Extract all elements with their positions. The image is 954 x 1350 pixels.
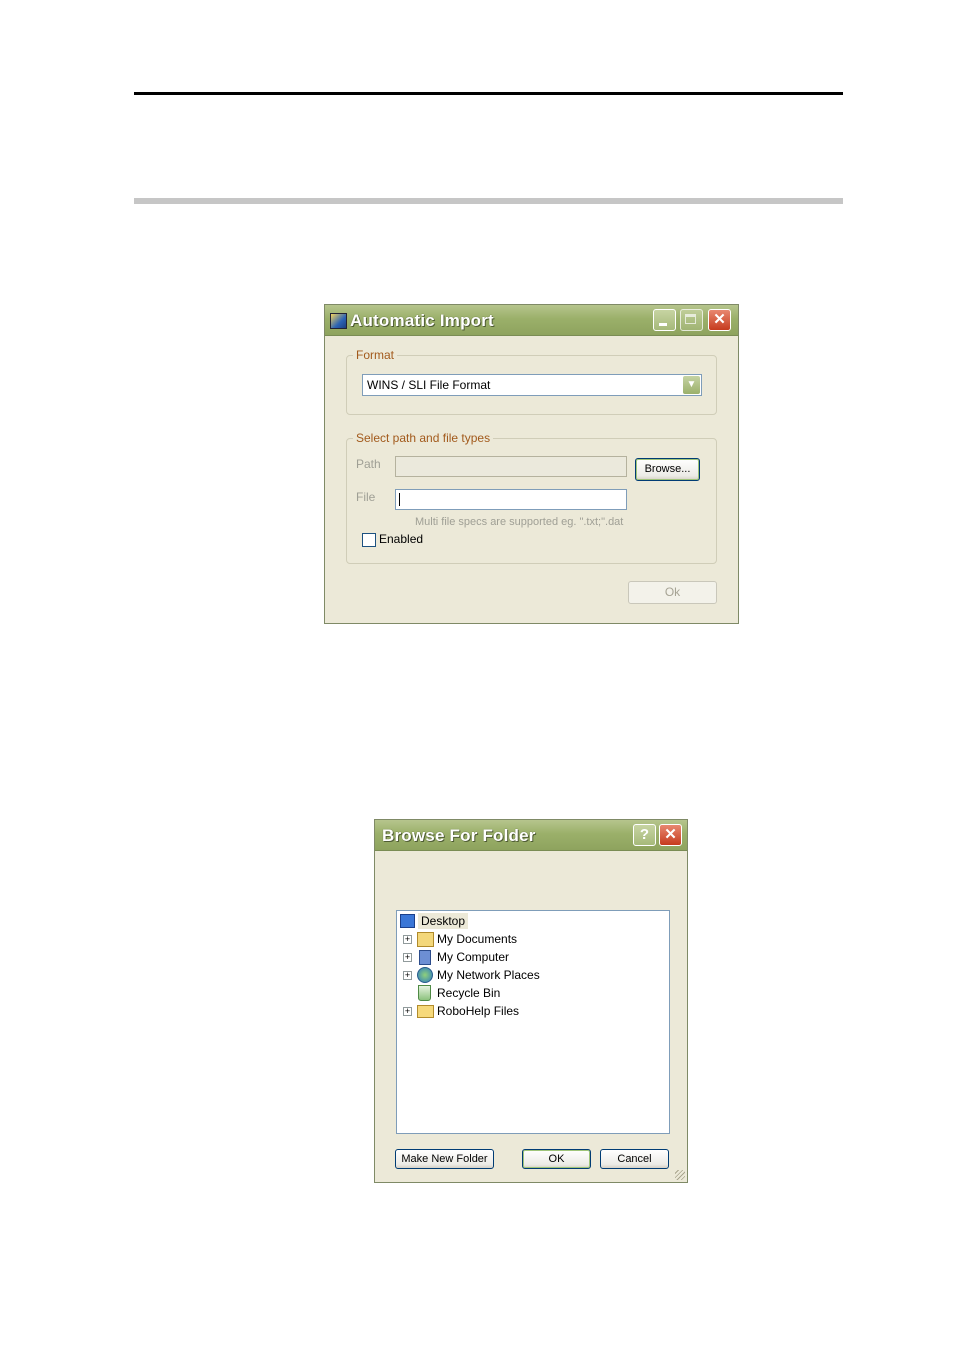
browse-label: Browse... <box>644 463 691 475</box>
minimize-button[interactable] <box>653 309 676 331</box>
path-label: Path <box>356 457 381 471</box>
folder-tree[interactable]: Desktop + My Documents + My Computer + M… <box>396 910 670 1134</box>
recycle-bin-icon <box>418 985 431 1001</box>
close-icon: ✕ <box>713 311 726 328</box>
format-legend: Format <box>353 348 398 362</box>
tree-item-label: My Network Places <box>437 968 540 982</box>
file-input[interactable] <box>395 489 627 510</box>
tree-item-label: Recycle Bin <box>437 986 501 1000</box>
text-cursor <box>399 493 400 506</box>
path-input[interactable] <box>395 456 627 477</box>
app-icon <box>330 313 347 329</box>
close-icon: ✕ <box>664 826 677 843</box>
format-group: Format WINS / SLI File Format ▼ <box>346 348 717 415</box>
my-documents-icon <box>417 932 434 947</box>
chevron-down-icon[interactable]: ▼ <box>683 376 700 394</box>
path-file-legend: Select path and file types <box>353 431 494 445</box>
make-new-folder-button[interactable]: Make New Folder <box>395 1149 494 1169</box>
help-button[interactable]: ? <box>633 824 656 846</box>
minimize-icon <box>659 323 667 326</box>
browse-ok-label: OK <box>548 1153 565 1165</box>
expand-plus-icon[interactable]: + <box>403 971 412 980</box>
format-selected-value: WINS / SLI File Format <box>367 378 491 392</box>
close-button[interactable]: ✕ <box>708 309 731 331</box>
my-computer-icon <box>419 950 431 965</box>
file-spec-hint: Multi file specs are supported eg. ".txt… <box>415 516 624 528</box>
enabled-label[interactable]: Enabled <box>379 532 423 546</box>
expand-plus-icon[interactable]: + <box>403 935 412 944</box>
cancel-label: Cancel <box>617 1153 652 1165</box>
ok-label: Ok <box>664 585 681 599</box>
automatic-import-dialog: Automatic Import ✕ Format WINS / SLI Fil… <box>324 304 739 624</box>
expand-plus-icon[interactable]: + <box>403 953 412 962</box>
cancel-button[interactable]: Cancel <box>600 1149 669 1169</box>
automatic-import-titlebar[interactable]: Automatic Import ✕ <box>325 305 738 336</box>
desktop-icon <box>400 914 415 928</box>
header-rule <box>134 92 843 95</box>
network-places-icon <box>417 967 433 983</box>
automatic-import-title: Automatic Import <box>350 311 494 330</box>
browse-ok-button[interactable]: OK <box>522 1149 591 1169</box>
help-icon: ? <box>639 826 650 843</box>
tree-item-label: My Documents <box>437 932 518 946</box>
tree-item-label: My Computer <box>437 950 510 964</box>
section-rule <box>134 198 843 204</box>
enabled-checkbox[interactable] <box>362 533 376 547</box>
tree-item-label: Desktop <box>418 913 469 929</box>
expand-plus-icon[interactable]: + <box>403 1007 412 1016</box>
path-file-group: Select path and file types Path Browse..… <box>346 431 717 564</box>
format-select[interactable]: WINS / SLI File Format ▼ <box>362 374 702 396</box>
make-new-folder-label: Make New Folder <box>401 1153 488 1165</box>
folder-icon <box>417 1005 434 1018</box>
maximize-button[interactable] <box>680 309 703 331</box>
maximize-icon <box>685 314 696 324</box>
browse-close-button[interactable]: ✕ <box>659 824 682 846</box>
resize-grip-icon[interactable] <box>675 1170 685 1180</box>
tree-item-label: RoboHelp Files <box>437 1004 520 1018</box>
browse-button[interactable]: Browse... <box>635 458 700 481</box>
browse-folder-title: Browse For Folder <box>382 826 536 845</box>
ok-button[interactable]: Ok <box>628 581 717 604</box>
file-label: File <box>356 490 376 504</box>
browse-folder-titlebar[interactable]: Browse For Folder ? ✕ <box>375 820 687 851</box>
browse-folder-dialog: Browse For Folder ? ✕ Desktop + My Docum… <box>374 819 688 1183</box>
